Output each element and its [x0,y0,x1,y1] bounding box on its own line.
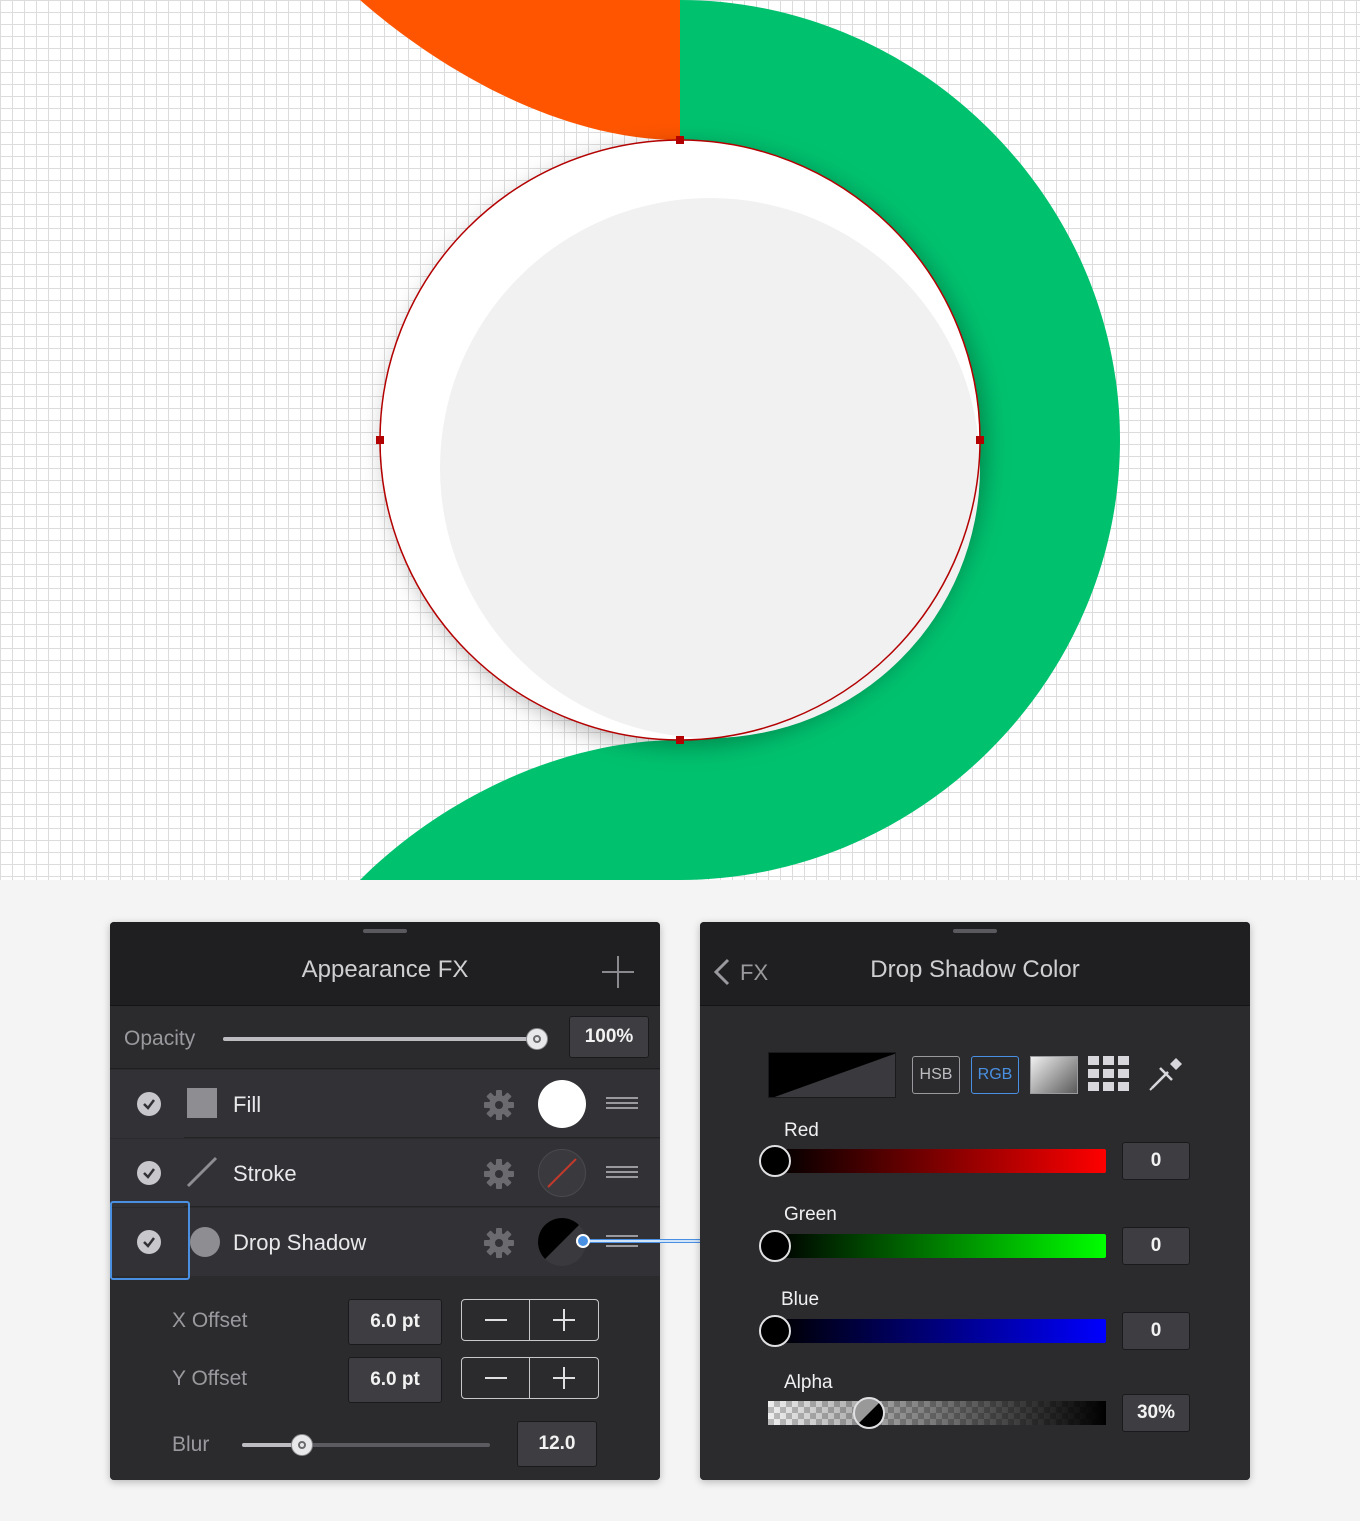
fx-label-stroke: Stroke [233,1161,297,1186]
hsb-mode-button[interactable]: HSB [912,1056,960,1094]
x-offset-label: X Offset [172,1309,248,1332]
opacity-label: Opacity [124,1027,196,1050]
anchor-bottom[interactable] [676,736,684,744]
y-offset-field[interactable]: 6.0 pt [348,1357,442,1403]
row-divider [184,1206,660,1207]
checkmark-icon[interactable] [137,1230,161,1254]
y-offset-label: Y Offset [172,1367,248,1390]
green-slider-knob[interactable] [759,1230,791,1262]
reorder-handle-icon[interactable] [606,1166,638,1180]
blue-slider-knob[interactable] [759,1315,791,1347]
anchor-right[interactable] [976,436,984,444]
green-label: Green [784,1204,837,1225]
connector-line [576,1234,705,1248]
red-value-field[interactable]: 0 [1122,1142,1190,1180]
rgb-mode-button[interactable]: RGB [971,1056,1019,1094]
anchor-top[interactable] [676,136,684,144]
gear-icon[interactable] [483,1227,515,1259]
alpha-value-field[interactable]: 30% [1122,1394,1190,1432]
plus-icon[interactable] [530,1300,598,1340]
circle-icon [190,1227,220,1257]
minus-icon[interactable] [462,1358,530,1398]
line-icon [186,1156,218,1188]
panel-title: Drop Shadow Color [870,956,1080,983]
red-slider[interactable] [776,1149,1106,1173]
green-slider[interactable] [776,1234,1106,1258]
alpha-slider-knob[interactable] [853,1397,886,1429]
orange-shape[interactable] [360,0,680,140]
fill-color-swatch[interactable] [538,1080,586,1128]
opacity-slider[interactable] [223,1037,537,1041]
reorder-handle-icon[interactable] [606,1097,638,1111]
color-preview-swatch [768,1052,896,1098]
drag-handle[interactable] [953,929,997,933]
panel-header: Appearance FX [110,922,660,1006]
plus-icon[interactable] [530,1358,598,1398]
inner-circle [440,198,980,738]
gear-icon[interactable] [483,1089,515,1121]
fx-row-stroke[interactable]: Stroke [110,1139,660,1207]
row-divider [184,1137,660,1138]
drag-handle[interactable] [363,929,407,933]
artwork [360,0,1120,880]
opacity-slider-knob[interactable] [526,1028,548,1050]
checkmark-icon[interactable] [137,1161,161,1185]
plus-icon[interactable] [602,956,634,988]
swatch-grid-icon[interactable] [1088,1056,1132,1094]
red-slider-knob[interactable] [759,1145,791,1177]
blur-label: Blur [172,1433,210,1456]
anchor-left[interactable] [376,436,384,444]
drop-shadow-color-panel: FX Drop Shadow Color HSB RGB Red 0 Green… [700,922,1250,1480]
opacity-value-field[interactable]: 100% [569,1016,649,1058]
blur-value-field[interactable]: 12.0 [517,1421,597,1467]
blur-slider[interactable] [242,1443,490,1447]
appearance-fx-panel: Appearance FX Opacity 100% Fill Stroke D… [110,922,660,1480]
x-offset-field[interactable]: 6.0 pt [348,1299,442,1345]
stroke-none-swatch[interactable] [538,1149,586,1197]
y-offset-stepper[interactable] [461,1357,599,1399]
green-value-field[interactable]: 0 [1122,1227,1190,1265]
minus-icon[interactable] [462,1300,530,1340]
blue-value-field[interactable]: 0 [1122,1312,1190,1350]
blur-slider-knob[interactable] [290,1434,313,1456]
opacity-slider-fill [223,1037,537,1041]
opacity-row: Opacity 100% [110,1007,660,1069]
red-label: Red [784,1120,819,1141]
shadow-settings: X Offset 6.0 pt Y Offset 6.0 pt Blur 12.… [110,1276,660,1480]
fx-row-fill[interactable]: Fill [110,1070,660,1138]
artboard-canvas[interactable] [0,0,1360,880]
alpha-slider[interactable] [768,1401,1106,1425]
eyedropper-icon[interactable] [1146,1054,1186,1094]
checkmark-icon[interactable] [137,1092,161,1116]
gear-icon[interactable] [483,1158,515,1190]
fx-label-fill: Fill [233,1092,262,1117]
gradient-mode-icon[interactable] [1030,1056,1078,1094]
panel-header: FX Drop Shadow Color [700,922,1250,1006]
blue-label: Blue [781,1289,820,1310]
alpha-label: Alpha [784,1372,833,1393]
fx-label-drop-shadow: Drop Shadow [233,1230,367,1255]
panel-title: Appearance FX [301,956,469,983]
x-offset-stepper[interactable] [461,1299,599,1341]
square-icon [187,1088,217,1118]
blue-slider[interactable] [776,1319,1106,1343]
